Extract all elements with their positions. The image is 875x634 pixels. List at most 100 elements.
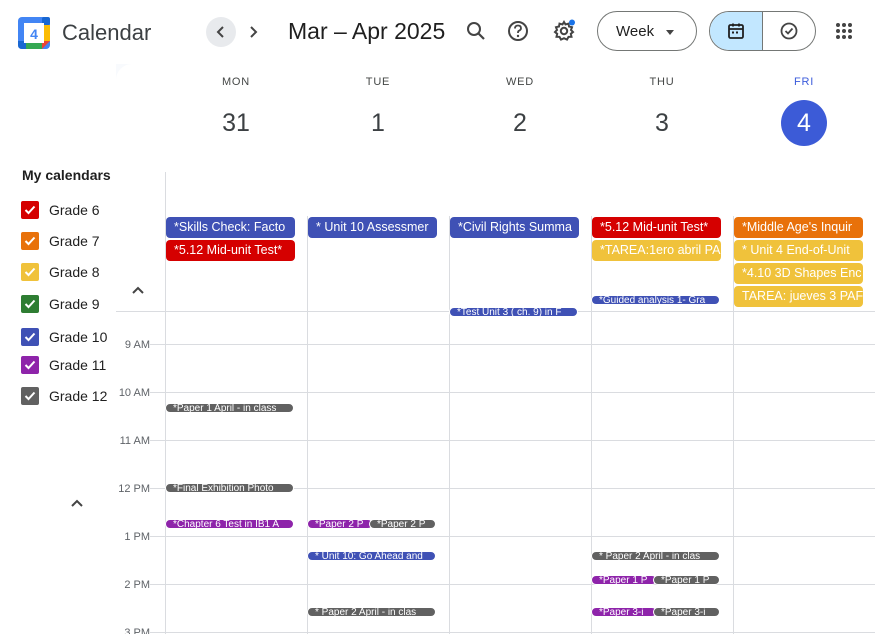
task-check-icon [780, 22, 798, 40]
calendar-view-toggle[interactable] [710, 12, 763, 50]
timed-event-chip[interactable]: *Paper 1 P [591, 575, 657, 585]
calendar-item[interactable]: Grade 7 [21, 231, 100, 251]
settings-button[interactable] [548, 15, 580, 47]
calendar-item[interactable]: Grade 10 [21, 327, 107, 347]
chevron-up-icon [132, 286, 144, 294]
hour-line [150, 584, 875, 585]
timed-event-chip[interactable]: *Test Unit 3 ( ch. 9) in F [449, 307, 578, 317]
all-day-event-chip[interactable]: *4.10 3D Shapes Enc [734, 263, 863, 284]
calendar-checkbox[interactable] [21, 356, 39, 374]
all-day-event-chip[interactable]: *Middle Age's Inquir [734, 217, 863, 238]
day-of-week-label: FRI [793, 76, 815, 88]
time-label: 2 PM [124, 579, 150, 591]
timed-event-chip[interactable]: *Paper 3-i [591, 607, 657, 617]
timed-event-chip[interactable]: *Paper 2 P [307, 519, 373, 529]
day-number-button[interactable]: 31 [213, 100, 259, 146]
day-number-button[interactable]: 4 [781, 100, 827, 146]
all-day-event-chip[interactable]: *5.12 Mid-unit Test* [592, 217, 721, 238]
tasks-view-toggle[interactable] [763, 12, 815, 50]
timed-event-chip[interactable]: *Paper 3-i [653, 607, 720, 617]
day-header: FRI 4 [733, 64, 875, 164]
checkmark-icon [24, 299, 36, 309]
day-number-button[interactable]: 1 [355, 100, 401, 146]
all-day-event-chip[interactable]: *Civil Rights Summa [450, 217, 579, 238]
timed-event-chip[interactable]: *Paper 1 P [653, 575, 720, 585]
calendar-logo-icon[interactable]: 4 [17, 16, 51, 50]
calendar-item[interactable]: Grade 11 [21, 355, 106, 375]
calendar-checkbox[interactable] [21, 263, 39, 281]
day-of-week-label: THU [649, 76, 675, 88]
timed-event-chip[interactable]: *Guided analysis 1- Gra [591, 295, 720, 305]
help-icon [508, 21, 528, 41]
all-day-event-chip[interactable]: *TAREA:1ero abril PA [592, 240, 721, 261]
previous-week-button[interactable] [206, 17, 236, 47]
all-day-event-chip[interactable]: * Unit 10 Assessmer [308, 217, 437, 238]
notification-dot-icon [569, 19, 575, 26]
checkmark-icon [24, 332, 36, 342]
timed-event-chip[interactable]: *Chapter 6 Test in IB1 A [165, 519, 294, 529]
timed-event-chip[interactable]: *Paper 2 P [369, 519, 436, 529]
view-switcher-dropdown[interactable]: Week [597, 11, 697, 51]
day-number-button[interactable]: 2 [497, 100, 543, 146]
time-label: 11 AM [119, 435, 150, 447]
column-divider [165, 172, 166, 216]
calendar-item[interactable]: Grade 6 [21, 200, 100, 220]
chevron-left-icon [216, 26, 224, 38]
my-calendars-title[interactable]: My calendars [22, 167, 111, 183]
hour-line [150, 440, 875, 441]
calendar-icon [728, 23, 744, 39]
timed-event-chip[interactable]: *Paper 1 April - in class [165, 403, 294, 413]
all-day-event-chip[interactable]: *5.12 Mid-unit Test* [166, 240, 295, 261]
all-day-event-chip[interactable]: TAREA: jueves 3 PAF [734, 286, 863, 307]
timed-event-chip[interactable]: * Paper 2 April - in clas [591, 551, 720, 561]
timed-event-chip[interactable]: *Final Exhibition Photo [165, 483, 294, 493]
app-title: Calendar [62, 20, 152, 45]
date-range-title: Mar – Apr 2025 [288, 18, 446, 44]
gear-icon [553, 19, 575, 41]
calendar-checkbox[interactable] [21, 387, 39, 405]
checkmark-icon [24, 205, 36, 215]
day-of-week-label: TUE [365, 76, 391, 88]
checkmark-icon [24, 267, 36, 277]
calendar-label: Grade 8 [49, 264, 100, 280]
calendar-checkbox[interactable] [21, 232, 39, 250]
apps-grid-icon [836, 23, 852, 39]
calendar-checkbox[interactable] [21, 328, 39, 346]
caret-down-icon [666, 30, 674, 35]
collapse-all-day-button[interactable] [128, 282, 148, 298]
sidebar: My calendars Grade 6 Grade 7 Grade 8 Grade … [0, 64, 116, 634]
calendar-item[interactable]: Grade 12 [21, 386, 107, 406]
all-day-event-chip[interactable]: * Unit 4 End-of-Unit [734, 240, 863, 261]
calendar-checkbox[interactable] [21, 201, 39, 219]
time-label: 9 AM [124, 339, 150, 351]
day-header: THU 3 [591, 64, 733, 164]
calendar-checkbox[interactable] [21, 295, 39, 313]
day-header: WED 2 [449, 64, 591, 164]
calendar-label: Grade 7 [49, 233, 100, 249]
all-day-event-chip[interactable]: *Skills Check: Facto [166, 217, 295, 238]
top-bar: 4 Calendar Mar – Apr 2025 Week [0, 0, 875, 64]
hour-line [150, 392, 875, 393]
timed-event-chip[interactable]: * Paper 2 April - in clas [307, 607, 436, 617]
calendar-label: Grade 11 [49, 357, 107, 373]
google-apps-button[interactable] [828, 15, 860, 47]
calendar-tasks-toggle [709, 11, 816, 51]
calendar-label: Grade 6 [49, 202, 100, 218]
help-button[interactable] [502, 15, 534, 47]
column-divider [165, 216, 166, 634]
calendar-label: Grade 9 [49, 296, 100, 312]
calendar-label: Grade 12 [49, 388, 108, 404]
time-label: 10 AM [118, 387, 150, 399]
day-number-button[interactable]: 3 [639, 100, 685, 146]
hour-line [150, 536, 875, 537]
checkmark-icon [24, 360, 36, 370]
day-header: MON 31 [165, 64, 307, 164]
svg-text:4: 4 [30, 26, 38, 42]
timed-event-chip[interactable]: * Unit 10: Go Ahead and [307, 551, 436, 561]
collapse-my-calendars-button[interactable] [66, 492, 88, 514]
calendar-item[interactable]: Grade 9 [21, 294, 100, 314]
search-button[interactable] [460, 15, 492, 47]
next-week-button[interactable] [238, 17, 268, 47]
time-label: 3 PM [124, 627, 150, 634]
calendar-item[interactable]: Grade 8 [21, 262, 100, 282]
